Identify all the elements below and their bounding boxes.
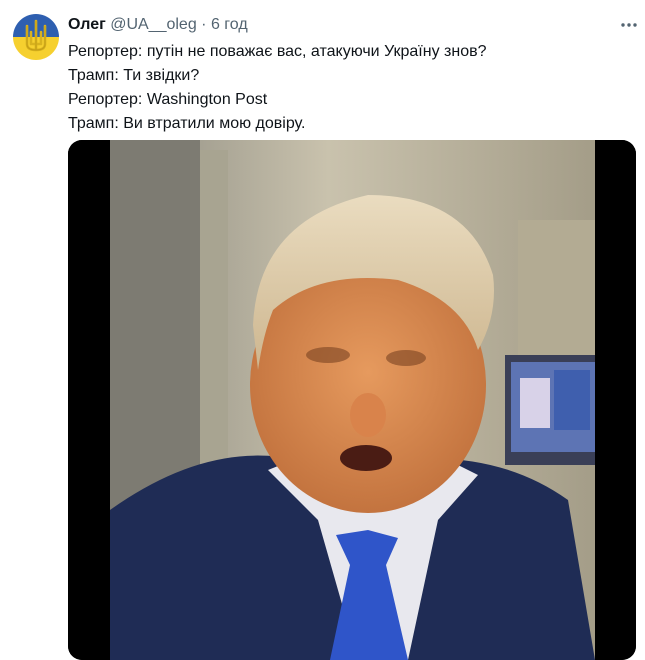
author-handle[interactable]: @UA__oleg <box>110 16 197 33</box>
author-name[interactable]: Олег <box>68 16 106 33</box>
tweet-text: Репортер: путін не поважає вас, атакуючи… <box>68 40 628 136</box>
tweet-line: Трамп: Ти звідки? <box>68 67 200 84</box>
tweet-line: Трамп: Ви втратили мою довіру. <box>68 115 306 132</box>
more-button[interactable] <box>618 14 640 36</box>
more-horizontal-icon <box>621 23 637 27</box>
separator: · <box>201 16 207 33</box>
trident-emblem-icon <box>13 14 59 60</box>
avatar[interactable] <box>13 14 59 60</box>
tweet-line: Репортер: путін не поважає вас, атакуючи… <box>68 43 487 60</box>
tweet-header: Олег @UA__oleg · 6 год <box>68 15 248 35</box>
video-frame <box>68 140 636 660</box>
tweet-time[interactable]: 6 год <box>211 16 248 33</box>
video-player[interactable] <box>68 140 636 660</box>
tweet[interactable]: Олег @UA__oleg · 6 год Репортер: путін н… <box>0 0 645 660</box>
tweet-line: Репортер: Washington Post <box>68 91 268 108</box>
